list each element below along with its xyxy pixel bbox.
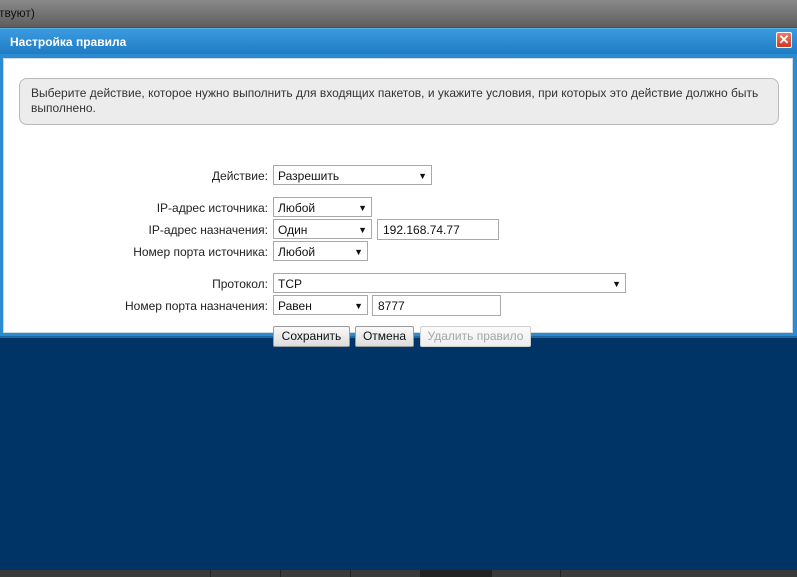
src-ip-select-value: Любой [278, 201, 316, 215]
dialog-title: Настройка правила [10, 35, 127, 49]
dst-ip-select-value: Один [278, 223, 308, 237]
dst-port-select[interactable]: Равен ▼ [273, 295, 368, 315]
info-box: Выберите действие, которое нужно выполни… [19, 78, 779, 125]
src-port-label: Номер порта источника: [133, 245, 268, 259]
dst-ip-address-input[interactable]: 192.168.74.77 [377, 219, 499, 240]
chevron-down-icon: ▼ [354, 301, 363, 311]
dst-port-label: Номер порта назначения: [124, 299, 268, 313]
taskbar-active-item[interactable] [420, 570, 492, 577]
chevron-down-icon: ▼ [612, 279, 621, 289]
dialog-content: Выберите действие, которое нужно выполни… [3, 58, 793, 347]
dialog-titlebar[interactable]: Настройка правила ✕ [0, 29, 797, 54]
save-button[interactable]: Сохранить [273, 326, 350, 347]
src-ip-select[interactable]: Любой ▼ [273, 197, 372, 217]
taskbar-divider [210, 570, 211, 577]
rule-settings-dialog: Настройка правила ✕ Выберите действие, к… [0, 28, 797, 347]
protocol-label: Протокол: [212, 277, 268, 291]
taskbar-divider [350, 570, 351, 577]
close-icon[interactable]: ✕ [776, 32, 792, 48]
background-header-strip: твуют) [0, 0, 797, 28]
src-port-select[interactable]: Любой ▼ [273, 241, 368, 261]
action-select[interactable]: Разрешить ▼ [273, 165, 432, 185]
src-ip-label: IP-адрес источника: [156, 201, 268, 215]
chevron-down-icon: ▼ [418, 171, 427, 181]
dst-port-input[interactable]: 8777 [372, 295, 501, 316]
dst-ip-label: IP-адрес назначения: [148, 223, 268, 237]
dst-port-select-value: Равен [278, 299, 312, 313]
protocol-select[interactable]: TCP ▼ [273, 273, 626, 293]
action-label: Действие: [211, 169, 268, 183]
background-header-text: твуют) [0, 6, 35, 20]
src-port-select-value: Любой [278, 245, 316, 259]
cancel-button[interactable]: Отмена [355, 326, 414, 347]
chevron-down-icon: ▼ [358, 225, 367, 235]
protocol-select-value: TCP [278, 277, 302, 291]
taskbar-divider [560, 570, 561, 577]
delete-rule-button[interactable]: Удалить правило [420, 326, 531, 347]
chevron-down-icon: ▼ [354, 247, 363, 257]
chevron-down-icon: ▼ [358, 203, 367, 213]
action-select-value: Разрешить [278, 169, 340, 183]
taskbar-divider [280, 570, 281, 577]
bottom-taskbar [0, 570, 797, 577]
dst-ip-select[interactable]: Один ▼ [273, 219, 372, 239]
